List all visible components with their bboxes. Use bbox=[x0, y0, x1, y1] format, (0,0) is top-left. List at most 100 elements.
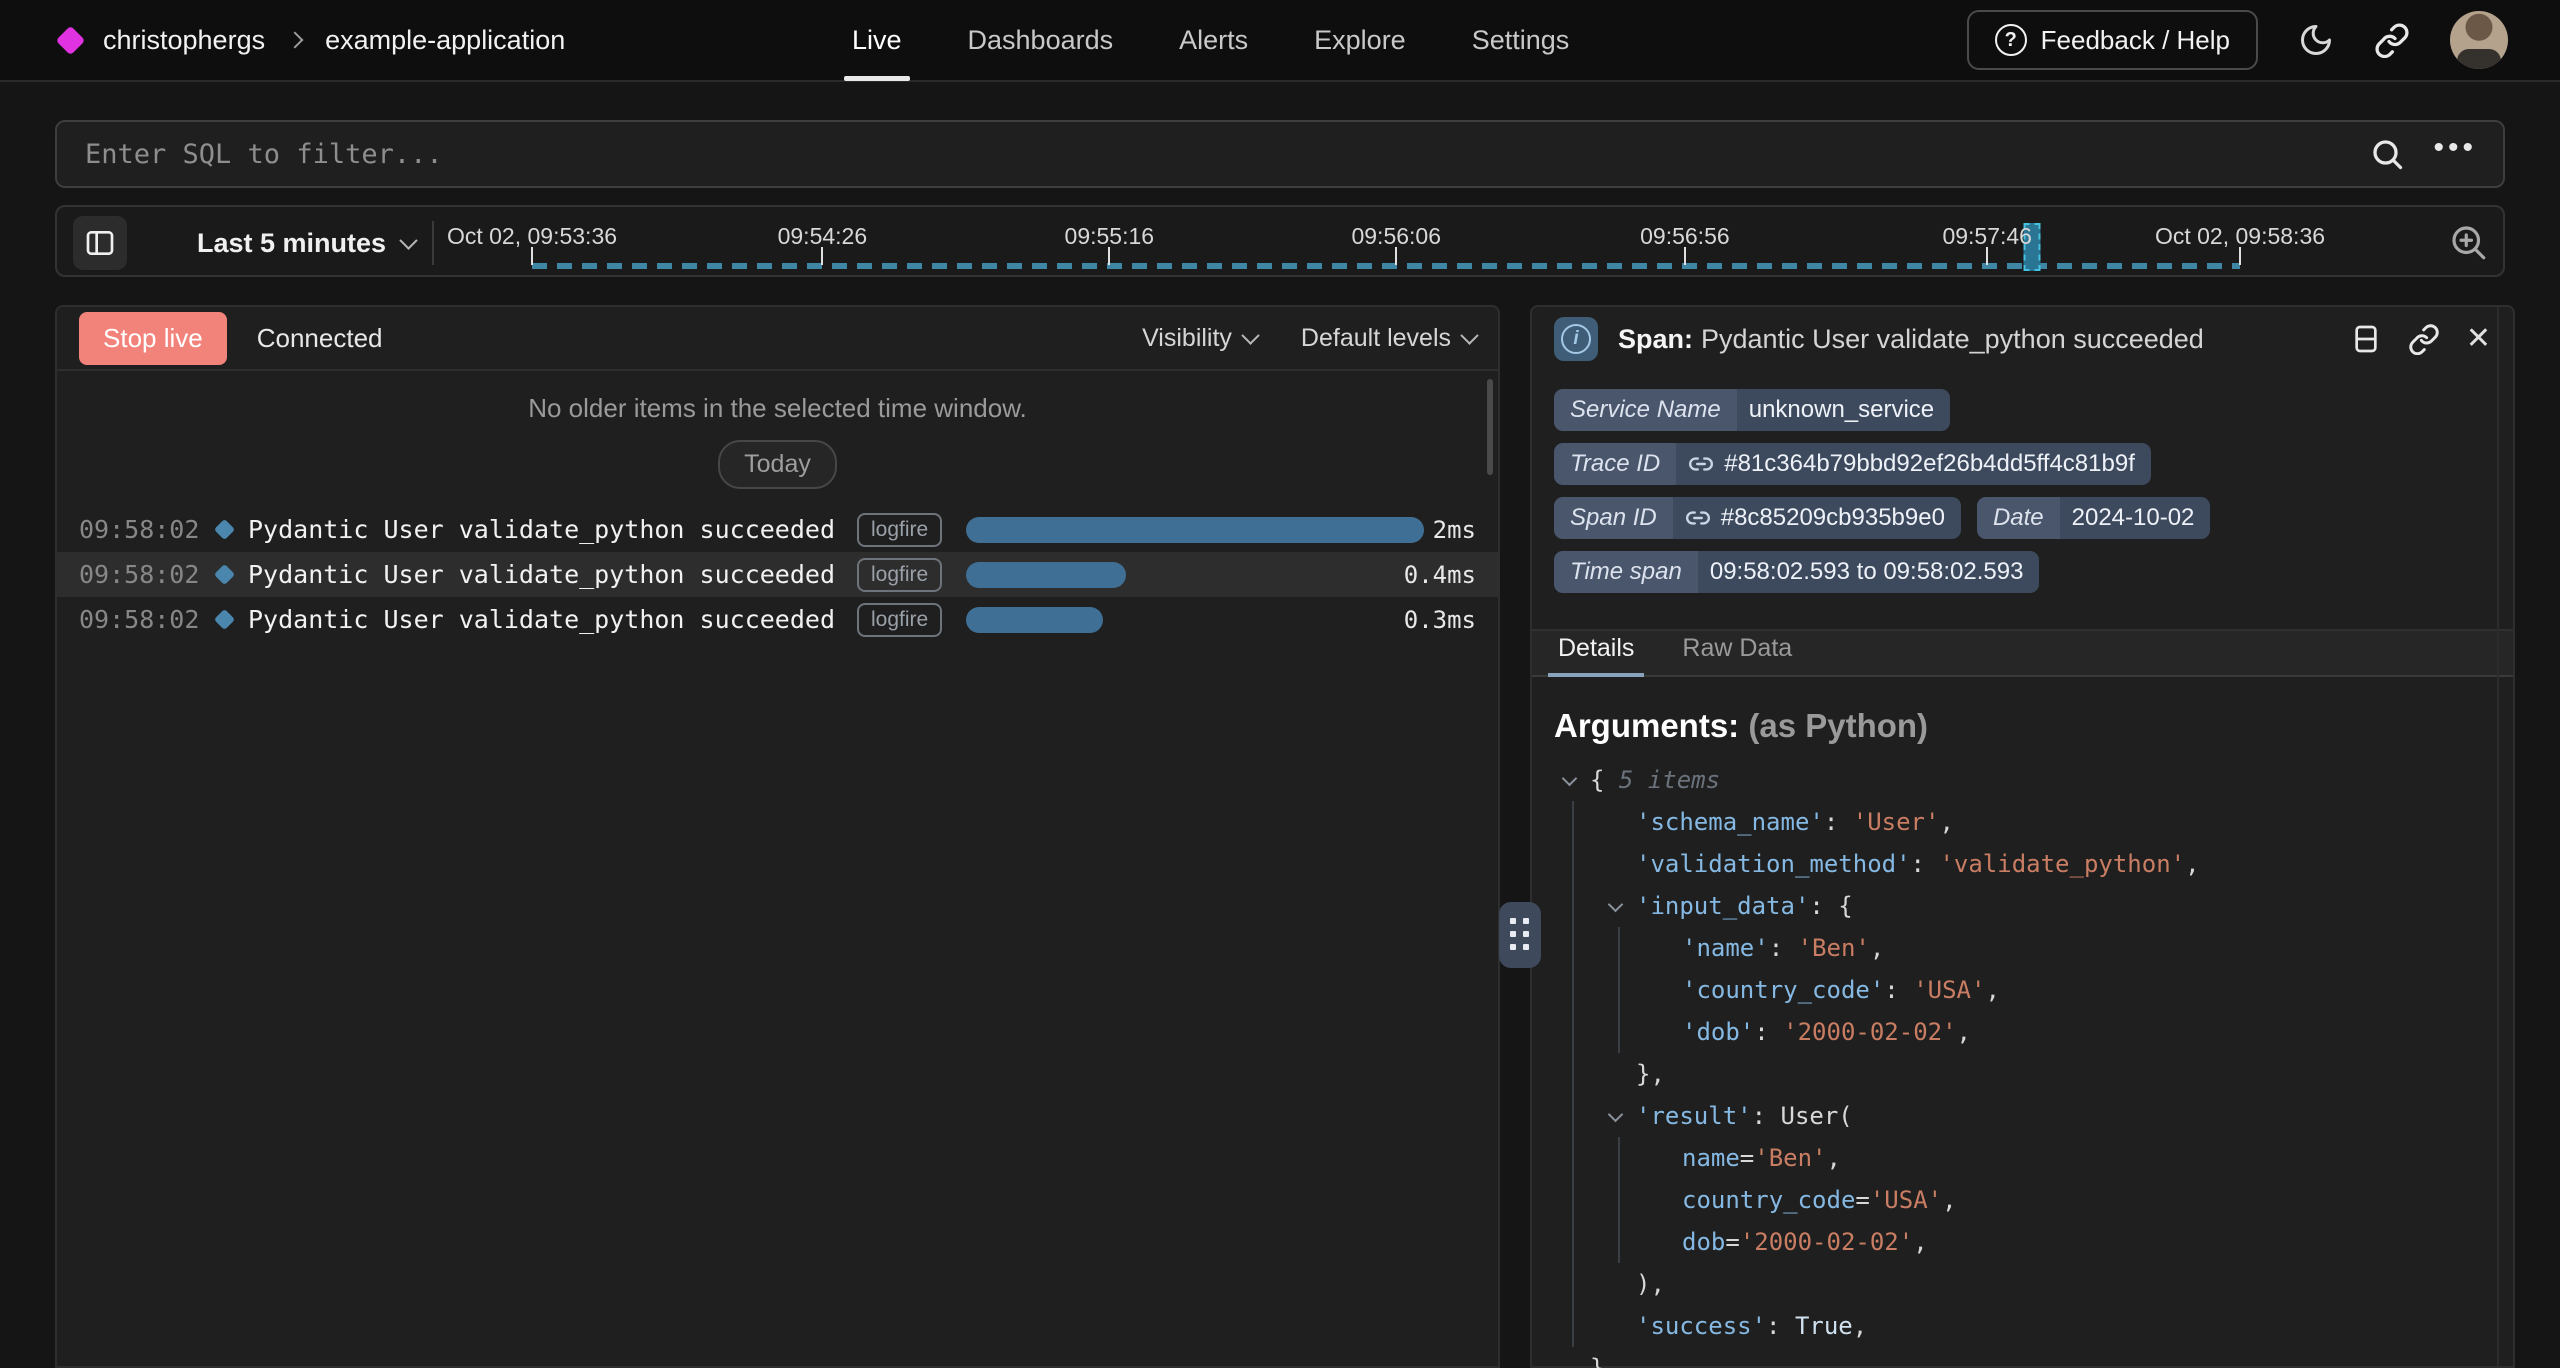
log-timestamp: 09:58:02 bbox=[79, 605, 211, 634]
code-token: 'User' bbox=[1853, 808, 1940, 836]
duration-bar bbox=[966, 562, 1126, 588]
indent-guide bbox=[1572, 1221, 1574, 1263]
nav-tab-dashboards[interactable]: Dashboards bbox=[968, 0, 1114, 81]
feedback-help-label: Feedback / Help bbox=[2041, 25, 2230, 56]
attribute-row: Service Nameunknown_service bbox=[1554, 389, 2491, 431]
breadcrumb-project[interactable]: example-application bbox=[325, 25, 565, 56]
nav-tab-alerts[interactable]: Alerts bbox=[1179, 0, 1248, 81]
timeline-tick-label: 09:55:16 bbox=[1065, 223, 1155, 250]
code-token: 'country_code' bbox=[1682, 976, 1884, 1004]
log-row[interactable]: 09:58:02Pydantic User validate_python su… bbox=[57, 597, 1498, 642]
attribute-badge-date: Date2024-10-02 bbox=[1977, 497, 2210, 539]
timeline-track[interactable]: Oct 02, 09:53:3609:54:2609:55:1609:56:06… bbox=[532, 207, 2240, 275]
scope-badge[interactable]: logfire bbox=[857, 603, 942, 637]
time-range-dropdown[interactable]: Last 5 minutes bbox=[197, 207, 415, 279]
share-link-button[interactable] bbox=[2374, 22, 2410, 58]
nav-tab-settings[interactable]: Settings bbox=[1472, 0, 1570, 81]
nav-tab-explore[interactable]: Explore bbox=[1314, 0, 1406, 81]
stop-live-button[interactable]: Stop live bbox=[79, 312, 227, 365]
chevron-down-icon bbox=[1241, 326, 1259, 344]
breadcrumb-org[interactable]: christophergs bbox=[103, 25, 265, 56]
question-icon: ? bbox=[1995, 24, 2027, 56]
default-levels-label: Default levels bbox=[1301, 324, 1451, 353]
zoom-in-button[interactable] bbox=[2447, 221, 2489, 263]
scrollbar-thumb[interactable] bbox=[1487, 379, 1493, 475]
close-icon[interactable]: ✕ bbox=[2466, 324, 2491, 354]
code-token: , bbox=[1942, 1186, 1956, 1214]
zoom-in-icon bbox=[2447, 221, 2489, 263]
code-token: , bbox=[1913, 1228, 1927, 1256]
indent-guide bbox=[1618, 1011, 1620, 1053]
moon-icon bbox=[2298, 22, 2334, 58]
span-title: Span:Pydantic User validate_python succe… bbox=[1618, 324, 2204, 355]
dark-mode-toggle[interactable] bbox=[2298, 22, 2334, 58]
code-token: 'schema_name' bbox=[1636, 808, 1824, 836]
attribute-badge-trace-id[interactable]: Trace ID#81c364b79bbd92ef26b4dd5ff4c81b9… bbox=[1554, 443, 2151, 485]
code-token: , bbox=[1985, 976, 1999, 1004]
nav-tab-live[interactable]: Live bbox=[852, 0, 902, 81]
feedback-help-button[interactable]: ? Feedback / Help bbox=[1967, 10, 2258, 70]
sql-filter-input[interactable] bbox=[57, 139, 2369, 170]
more-options-icon[interactable]: ••• bbox=[2433, 148, 2477, 160]
code-line: dob='2000-02-02', bbox=[1560, 1221, 2491, 1263]
timeline-tick-label: Oct 02, 09:53:36 bbox=[447, 223, 617, 250]
scope-badge[interactable]: logfire bbox=[857, 558, 942, 592]
code-line: 'input_data': { bbox=[1560, 885, 2491, 927]
sidebar-toggle-button[interactable] bbox=[73, 216, 127, 270]
attribute-badge-span-id[interactable]: Span ID#8c85209cb935b9e0 bbox=[1554, 497, 1961, 539]
code-line: { 5 items bbox=[1560, 759, 2491, 801]
tab-details[interactable]: Details bbox=[1554, 634, 1638, 675]
code-token: : { bbox=[1809, 892, 1852, 920]
collapse-chevron-icon[interactable] bbox=[1608, 1107, 1624, 1123]
log-message: Pydantic User validate_python succeeded bbox=[248, 560, 835, 589]
attribute-row: Trace ID#81c364b79bbd92ef26b4dd5ff4c81b9… bbox=[1554, 443, 2491, 485]
collapse-chevron-icon[interactable] bbox=[1608, 897, 1624, 913]
visibility-dropdown[interactable]: Visibility bbox=[1142, 324, 1257, 353]
sql-filter-bar: ••• bbox=[55, 120, 2505, 188]
duration-value: 2ms bbox=[1433, 516, 1476, 544]
timeline-activity-line bbox=[532, 263, 2240, 269]
code-token: , bbox=[1870, 934, 1884, 962]
scope-badge[interactable]: logfire bbox=[857, 513, 942, 547]
user-avatar[interactable] bbox=[2450, 11, 2508, 69]
today-button[interactable]: Today bbox=[718, 440, 837, 489]
attribute-row: Time span09:58:02.593 to 09:58:02.593 bbox=[1554, 551, 2491, 593]
tab-raw-data[interactable]: Raw Data bbox=[1678, 634, 1796, 675]
code-line: 'country_code': 'USA', bbox=[1560, 969, 2491, 1011]
split-view-icon[interactable] bbox=[2350, 323, 2382, 355]
code-line: 'success': True, bbox=[1560, 1305, 2491, 1347]
attribute-label: Date bbox=[1977, 497, 2060, 539]
code-token: 'Ben' bbox=[1798, 934, 1870, 962]
code-token: = bbox=[1855, 1186, 1869, 1214]
timeline-tick-mark bbox=[821, 247, 823, 265]
log-row[interactable]: 09:58:02Pydantic User validate_python su… bbox=[57, 552, 1498, 597]
log-row-list: 09:58:02 Pydantic User validate_python su… bbox=[57, 507, 1498, 642]
panel-resize-handle[interactable] bbox=[1499, 902, 1541, 968]
code-line: country_code='USA', bbox=[1560, 1179, 2491, 1221]
timeline-tick-mark bbox=[531, 247, 533, 265]
code-line: }, bbox=[1560, 1053, 2491, 1095]
code-token: ), bbox=[1636, 1270, 1665, 1298]
span-title-text: Pydantic User validate_python succeeded bbox=[1701, 324, 2204, 354]
scrollbar-track[interactable] bbox=[2497, 307, 2499, 1366]
code-line: 'validation_method': 'validate_python', bbox=[1560, 843, 2491, 885]
code-token: , bbox=[1853, 1312, 1867, 1340]
link-icon bbox=[1685, 505, 1711, 531]
code-token: '2000-02-02' bbox=[1783, 1018, 1956, 1046]
copy-link-icon[interactable] bbox=[2408, 323, 2440, 355]
timeline-tick-mark bbox=[1986, 247, 1988, 265]
code-token: : bbox=[1766, 1312, 1795, 1340]
detail-tabbar: Details Raw Data bbox=[1532, 629, 2513, 677]
chevron-down-icon bbox=[399, 231, 417, 249]
duration-value: 0.3ms bbox=[1404, 606, 1476, 634]
search-icon[interactable] bbox=[2369, 136, 2405, 172]
code-token: , bbox=[1827, 1144, 1841, 1172]
collapse-chevron-icon[interactable] bbox=[1562, 771, 1578, 787]
code-token: : bbox=[1769, 934, 1798, 962]
attribute-value: 2024-10-02 bbox=[2060, 497, 2211, 539]
log-row[interactable]: 09:58:02Pydantic User validate_python su… bbox=[57, 507, 1498, 552]
logfire-logo-icon[interactable] bbox=[56, 25, 86, 55]
indent-guide bbox=[1572, 801, 1574, 843]
duration-bar bbox=[966, 517, 1424, 543]
default-levels-dropdown[interactable]: Default levels bbox=[1301, 324, 1476, 353]
